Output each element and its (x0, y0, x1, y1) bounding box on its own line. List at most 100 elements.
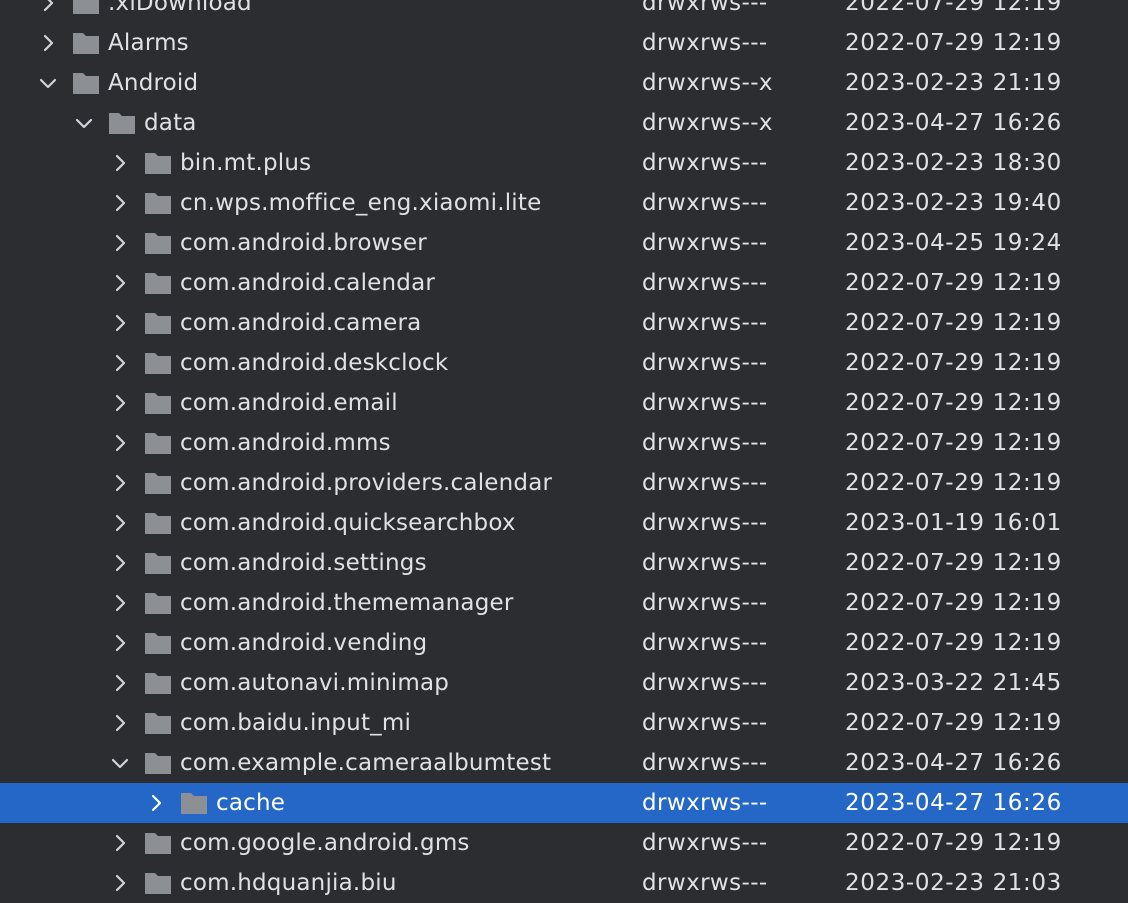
row-modified-date: 2023-01-19 16:01 (845, 510, 1062, 536)
chevron-right-icon[interactable] (110, 473, 130, 493)
tree-row[interactable]: com.android.deskclock drwxrws--- 2022-07-2… (0, 343, 1128, 383)
row-name: com.autonavi.minimap (180, 670, 450, 696)
tree-row[interactable]: .xlDownload drwxrws--- 2022-07-29 12:19 (0, 0, 1128, 23)
tree-row[interactable]: com.android.settings drwxrws--- 2022-07-29… (0, 543, 1128, 583)
chevron-right-icon[interactable] (110, 433, 130, 453)
folder-icon (180, 791, 208, 815)
chevron-right-icon[interactable] (110, 873, 130, 893)
row-permissions: drwxrws--- (642, 830, 768, 856)
tree-row[interactable]: com.android.quicksearchbox drwxrws--- 2023… (0, 503, 1128, 543)
row-name: .xlDownload (108, 0, 252, 16)
tree-row[interactable]: data drwxrws--x 2023-04-27 16:26 (0, 103, 1128, 143)
row-permissions: drwxrws--- (642, 350, 768, 376)
chevron-right-icon[interactable] (110, 713, 130, 733)
row-modified-date: 2023-04-25 19:24 (845, 230, 1062, 256)
folder-icon (144, 711, 172, 735)
chevron-right-icon[interactable] (38, 0, 58, 13)
row-modified-date: 2022-07-29 12:19 (845, 0, 1062, 16)
row-permissions: drwxrws--- (642, 30, 768, 56)
row-name: com.android.deskclock (180, 350, 449, 376)
row-permissions: drwxrws--- (642, 270, 768, 296)
row-name: com.android.calendar (180, 270, 436, 296)
row-permissions: drwxrws--- (642, 430, 768, 456)
chevron-right-icon[interactable] (110, 513, 130, 533)
tree-row[interactable]: cn.wps.moffice_eng.xiaomi.lite drwxrws---… (0, 183, 1128, 223)
tree-row[interactable]: com.android.calendar drwxrws--- 2022-07-29… (0, 263, 1128, 303)
folder-icon (144, 231, 172, 255)
row-name: com.android.email (180, 390, 398, 416)
row-permissions: drwxrws--- (642, 670, 768, 696)
row-modified-date: 2023-02-23 21:03 (845, 870, 1062, 896)
chevron-right-icon[interactable] (110, 593, 130, 613)
chevron-right-icon[interactable] (38, 33, 58, 53)
row-modified-date: 2023-04-27 16:26 (845, 750, 1062, 776)
chevron-down-icon[interactable] (110, 753, 130, 773)
row-modified-date: 2022-07-29 12:19 (845, 710, 1062, 736)
chevron-right-icon[interactable] (110, 633, 130, 653)
tree-row[interactable]: com.hdquanjia.biu drwxrws--- 2023-02-23 21… (0, 863, 1128, 903)
row-permissions: drwxrws--- (642, 630, 768, 656)
row-name: com.google.android.gms (180, 830, 470, 856)
tree-row[interactable]: bin.mt.plus drwxrws--- 2023-02-23 18:30 (0, 143, 1128, 183)
row-name: data (144, 110, 197, 136)
chevron-right-icon[interactable] (110, 313, 130, 333)
tree-row-selected[interactable]: cache drwxrws--- 2023-04-27 16:26 (0, 783, 1128, 823)
tree-row[interactable]: com.android.providers.calendar drwxrws---… (0, 463, 1128, 503)
row-permissions: drwxrws--- (642, 390, 768, 416)
chevron-right-icon[interactable] (110, 153, 130, 173)
chevron-right-icon[interactable] (146, 793, 166, 813)
row-modified-date: 2022-07-29 12:19 (845, 590, 1062, 616)
row-name: com.android.browser (180, 230, 427, 256)
folder-icon (144, 671, 172, 695)
folder-icon (144, 311, 172, 335)
row-permissions: drwxrws--- (642, 510, 768, 536)
chevron-right-icon[interactable] (110, 553, 130, 573)
tree-row[interactable]: Android drwxrws--x 2023-02-23 21:19 (0, 63, 1128, 103)
row-name: com.android.providers.calendar (180, 470, 553, 496)
tree-row[interactable]: com.android.browser drwxrws--- 2023-04-25 … (0, 223, 1128, 263)
folder-icon (144, 271, 172, 295)
chevron-right-icon[interactable] (110, 833, 130, 853)
row-modified-date: 2023-03-22 21:45 (845, 670, 1062, 696)
row-modified-date: 2023-02-23 18:30 (845, 150, 1062, 176)
row-permissions: drwxrws--- (642, 550, 768, 576)
row-modified-date: 2022-07-29 12:19 (845, 390, 1062, 416)
row-modified-date: 2022-07-29 12:19 (845, 310, 1062, 336)
chevron-right-icon[interactable] (110, 273, 130, 293)
folder-icon (144, 191, 172, 215)
row-modified-date: 2022-07-29 12:19 (845, 830, 1062, 856)
chevron-right-icon[interactable] (110, 193, 130, 213)
folder-icon (144, 431, 172, 455)
row-name: cache (216, 790, 286, 816)
row-name: com.android.vending (180, 630, 428, 656)
folder-icon (72, 31, 100, 55)
folder-icon (144, 631, 172, 655)
chevron-down-icon[interactable] (74, 113, 94, 133)
tree-row[interactable]: com.android.email drwxrws--- 2022-07-29 12… (0, 383, 1128, 423)
row-modified-date: 2022-07-29 12:19 (845, 550, 1062, 576)
chevron-down-icon[interactable] (38, 73, 58, 93)
chevron-right-icon[interactable] (110, 393, 130, 413)
tree-row[interactable]: com.android.thememanager drwxrws--- 2022-0… (0, 583, 1128, 623)
row-name: com.hdquanjia.biu (180, 870, 397, 896)
tree-row[interactable]: com.example.cameraalbumtest drwxrws--- 202… (0, 743, 1128, 783)
folder-icon (144, 151, 172, 175)
row-name: cn.wps.moffice_eng.xiaomi.lite (180, 190, 542, 216)
tree-row[interactable]: com.android.vending drwxrws--- 2022-07-29 … (0, 623, 1128, 663)
folder-icon (144, 751, 172, 775)
tree-row[interactable]: com.google.android.gms drwxrws--- 2022-07-… (0, 823, 1128, 863)
tree-row[interactable]: com.autonavi.minimap drwxrws--- 2023-03-22… (0, 663, 1128, 703)
row-permissions: drwxrws--- (642, 150, 768, 176)
row-permissions: drwxrws--- (642, 790, 768, 816)
tree-row[interactable]: Alarms drwxrws--- 2022-07-29 12:19 (0, 23, 1128, 63)
tree-row[interactable]: com.baidu.input_mi drwxrws--- 2022-07-29 1… (0, 703, 1128, 743)
tree-row[interactable]: com.android.camera drwxrws--- 2022-07-29 1… (0, 303, 1128, 343)
folder-icon (144, 351, 172, 375)
row-name: bin.mt.plus (180, 150, 312, 176)
chevron-right-icon[interactable] (110, 673, 130, 693)
tree-row[interactable]: com.android.mms drwxrws--- 2022-07-29 12:1… (0, 423, 1128, 463)
folder-icon (72, 0, 100, 15)
row-permissions: drwxrws--- (642, 0, 768, 16)
chevron-right-icon[interactable] (110, 233, 130, 253)
chevron-right-icon[interactable] (110, 353, 130, 373)
